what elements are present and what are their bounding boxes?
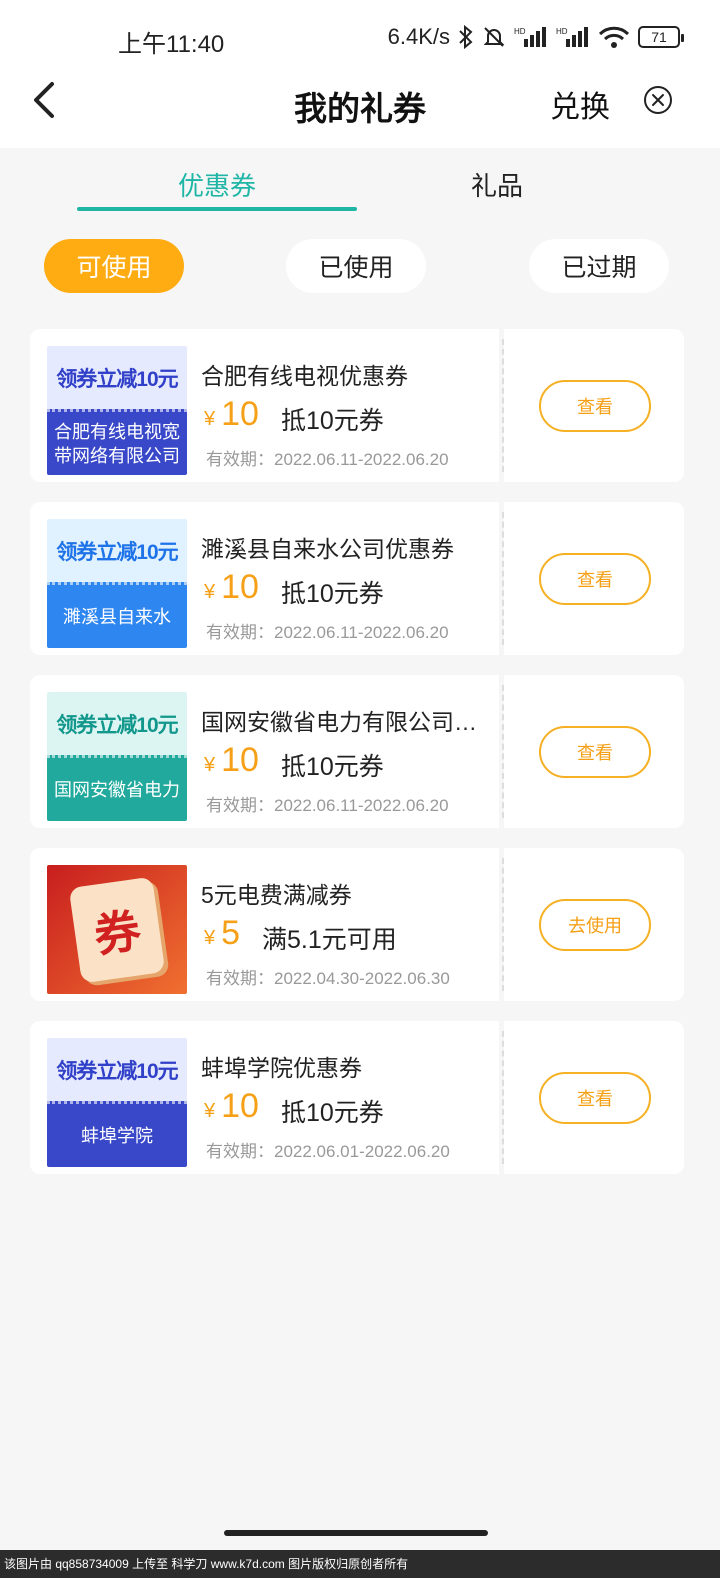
coupon-amount: 10: [221, 568, 259, 606]
filter-used[interactable]: 已使用: [286, 239, 426, 293]
currency-symbol: ¥: [204, 927, 216, 949]
svg-text:HD: HD: [514, 27, 526, 36]
bluetooth-icon: [459, 25, 473, 49]
view-button[interactable]: 查看: [539, 1072, 651, 1124]
ticket-icon: 券: [68, 876, 166, 983]
view-button[interactable]: 查看: [539, 726, 651, 778]
view-button[interactable]: 查看: [539, 553, 651, 605]
coupon-amount: 5: [221, 914, 241, 952]
coupon-name: 合肥有线电视优惠券: [201, 363, 408, 389]
coupon-card[interactable]: 领券立减10元 蚌埠学院 蚌埠学院优惠券 ¥ 10 抵10元券 有效期：2022…: [30, 1021, 684, 1174]
coupon-validity: 有效期：2022.06.11-2022.06.20: [206, 796, 449, 815]
currency-symbol: ¥: [204, 408, 216, 430]
coupon-thumbnail: 领券立减10元 国网安徽省电力: [47, 692, 187, 821]
view-button[interactable]: 查看: [539, 380, 651, 432]
filter-available[interactable]: 可使用: [44, 239, 184, 293]
coupon-card[interactable]: 领券立减10元 国网安徽省电力 国网安徽省电力有限公司… ¥ 10 抵10元券 …: [30, 675, 684, 828]
svg-text:HD: HD: [556, 27, 568, 36]
thumbnail-merchant: 合肥有线电视宽带网络有限公司: [47, 409, 187, 475]
top-bar: 上午11:40 6.4K/s HD HD 71 我的礼券 兑换: [0, 0, 720, 148]
currency-symbol: ¥: [204, 1100, 216, 1122]
coupon-condition: 抵10元券: [281, 407, 384, 435]
coupon-amount: 10: [221, 395, 259, 433]
tab-indicator: [77, 207, 357, 211]
currency-symbol: ¥: [204, 581, 216, 603]
thumbnail-merchant: 国网安徽省电力: [47, 755, 187, 821]
coupon-price: ¥ 10: [204, 741, 259, 780]
coupon-card[interactable]: 券 5元电费满减券 ¥ 5 满5.1元可用 有效期：2022.04.30-202…: [30, 848, 684, 1001]
coupon-thumbnail: 券: [47, 865, 187, 994]
battery-icon: 71: [638, 26, 684, 48]
status-icons: 6.4K/s HD HD 71: [387, 24, 684, 50]
tab-coupons[interactable]: 优惠券: [77, 166, 357, 203]
coupon-validity: 有效期：2022.06.11-2022.06.20: [206, 623, 449, 642]
watermark-footer: 该图片由 qq858734009 上传至 科学刀 www.k7d.com 图片版…: [0, 1550, 720, 1578]
network-speed: 6.4K/s: [387, 24, 450, 49]
coupon-list: 领券立减10元 合肥有线电视宽带网络有限公司 合肥有线电视优惠券 ¥ 10 抵1…: [30, 329, 684, 1194]
wifi-icon: [598, 26, 630, 48]
divider: [502, 512, 504, 645]
divider: [502, 1031, 504, 1164]
coupon-card[interactable]: 领券立减10元 濉溪县自来水 濉溪县自来水公司优惠券 ¥ 10 抵10元券 有效…: [30, 502, 684, 655]
thumbnail-headline: 领券立减10元: [47, 1038, 187, 1101]
mute-bell-icon: [483, 27, 505, 47]
coupon-condition: 满5.1元可用: [262, 926, 397, 954]
coupon-validity: 有效期：2022.04.30-2022.06.30: [206, 969, 450, 988]
coupon-price: ¥ 10: [204, 1087, 259, 1126]
filter-expired[interactable]: 已过期: [529, 239, 669, 293]
coupon-condition: 抵10元券: [281, 580, 384, 608]
close-icon[interactable]: [642, 84, 674, 116]
use-button[interactable]: 去使用: [539, 899, 651, 951]
coupon-name: 国网安徽省电力有限公司…: [201, 709, 477, 735]
exchange-button[interactable]: 兑换: [550, 82, 610, 126]
signal-icon: HD: [514, 27, 546, 47]
signal-icon-2: HD: [556, 27, 588, 47]
coupon-name: 濉溪县自来水公司优惠券: [201, 536, 454, 562]
coupon-validity: 有效期：2022.06.01-2022.06.20: [206, 1142, 450, 1161]
coupon-name: 5元电费满减券: [201, 882, 352, 908]
coupon-price: ¥ 10: [204, 395, 259, 434]
thumbnail-headline: 领券立减10元: [47, 346, 187, 409]
thumbnail-merchant: 濉溪县自来水: [47, 582, 187, 648]
coupon-amount: 10: [221, 741, 259, 779]
status-time: 上午11:40: [118, 31, 225, 58]
coupon-price: ¥ 5: [204, 914, 240, 953]
thumbnail-headline: 领券立减10元: [47, 692, 187, 755]
divider: [502, 339, 504, 472]
coupon-card[interactable]: 领券立减10元 合肥有线电视宽带网络有限公司 合肥有线电视优惠券 ¥ 10 抵1…: [30, 329, 684, 482]
coupon-validity: 有效期：2022.06.11-2022.06.20: [206, 450, 449, 469]
thumbnail-headline: 领券立减10元: [47, 519, 187, 582]
coupon-thumbnail: 领券立减10元 合肥有线电视宽带网络有限公司: [47, 346, 187, 475]
thumbnail-merchant: 蚌埠学院: [47, 1101, 187, 1167]
coupon-amount: 10: [221, 1087, 259, 1125]
tab-gifts[interactable]: 礼品: [357, 166, 637, 203]
currency-symbol: ¥: [204, 754, 216, 776]
page-title: 我的礼券: [294, 90, 426, 127]
coupon-thumbnail: 领券立减10元 蚌埠学院: [47, 1038, 187, 1167]
home-indicator[interactable]: [224, 1530, 488, 1536]
coupon-condition: 抵10元券: [281, 753, 384, 781]
coupon-price: ¥ 10: [204, 568, 259, 607]
divider: [502, 858, 504, 991]
coupon-thumbnail: 领券立减10元 濉溪县自来水: [47, 519, 187, 648]
coupon-condition: 抵10元券: [281, 1099, 384, 1127]
divider: [502, 685, 504, 818]
coupon-name: 蚌埠学院优惠券: [201, 1055, 362, 1081]
